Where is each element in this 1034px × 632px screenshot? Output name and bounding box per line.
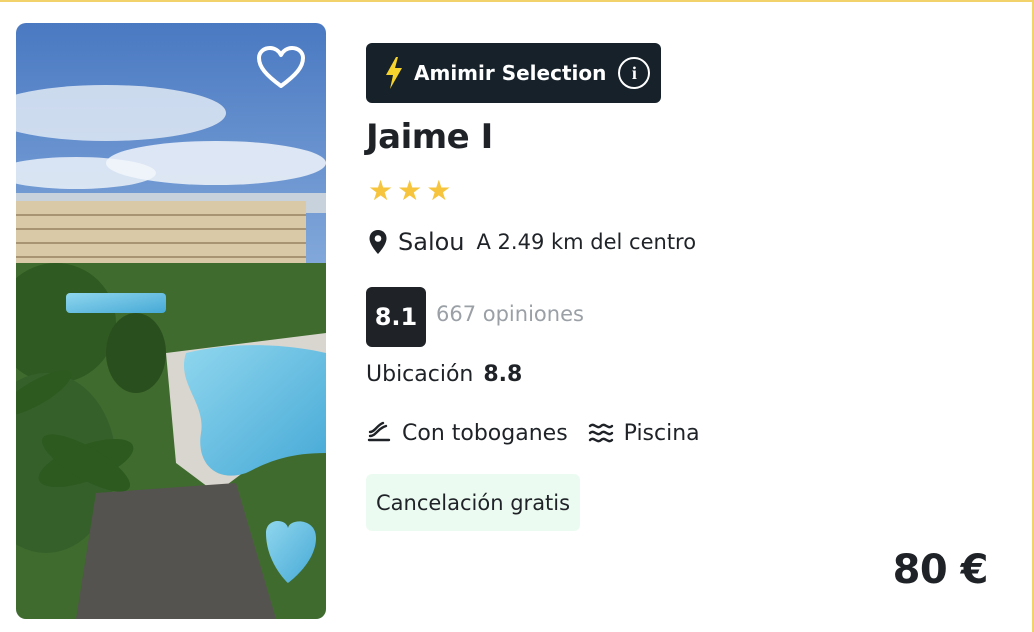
slide-icon <box>367 421 391 442</box>
price: 80 € <box>892 547 989 593</box>
rating-score: 8.1 <box>366 287 426 347</box>
hotel-photo-image <box>16 23 326 619</box>
star-rating: ★ ★ ★ <box>368 177 451 205</box>
selection-badge: Amimir Selection i <box>366 43 661 103</box>
favorite-heart-icon[interactable] <box>254 42 308 92</box>
amenity-slides-label: Con toboganes <box>402 420 568 446</box>
amenity-pool: Piscina <box>588 420 700 446</box>
free-cancellation-badge: Cancelación gratis <box>366 474 581 531</box>
hotel-photo[interactable] <box>16 23 326 619</box>
hotel-card[interactable]: Amimir Selection i Jaime I ★ ★ ★ Salou A… <box>0 0 1034 632</box>
location-rating-label: Ubicación <box>366 362 474 387</box>
location: Salou A 2.49 km del centro <box>368 228 696 256</box>
info-icon[interactable]: i <box>618 57 651 89</box>
hotel-name[interactable]: Jaime I <box>366 117 493 157</box>
location-rating-score: 8.8 <box>483 362 523 387</box>
lightning-icon <box>386 57 402 89</box>
waves-icon <box>588 423 613 443</box>
selection-badge-label: Amimir Selection <box>414 61 607 85</box>
map-pin-icon <box>369 230 387 254</box>
review-count[interactable]: 667 opiniones <box>436 302 584 326</box>
location-city: Salou <box>398 228 465 256</box>
amenity-slides: Con toboganes <box>366 420 568 446</box>
amenities: Con toboganes Piscina <box>366 420 720 446</box>
star-icon: ★ <box>426 174 452 207</box>
star-icon: ★ <box>397 174 423 207</box>
location-distance: A 2.49 km del centro <box>476 230 697 254</box>
location-rating: Ubicación 8.8 <box>366 362 522 387</box>
amenity-pool-label: Piscina <box>623 420 700 446</box>
star-icon: ★ <box>368 174 394 207</box>
